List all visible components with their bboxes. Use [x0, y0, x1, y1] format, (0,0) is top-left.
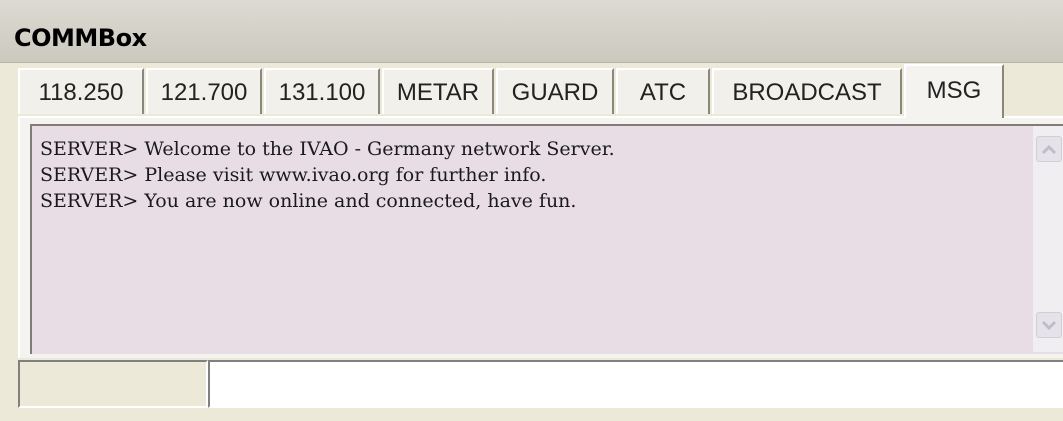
chevron-up-icon: [1041, 144, 1057, 155]
scroll-up-button[interactable]: [1036, 136, 1062, 162]
message-line: SERVER> Welcome to the IVAO - Germany ne…: [40, 138, 615, 160]
tab-metar[interactable]: METAR: [382, 68, 494, 114]
tab-guard[interactable]: GUARD: [496, 68, 614, 114]
input-row: [18, 360, 1063, 408]
message-input[interactable]: [208, 360, 1063, 408]
title-bar[interactable]: COMMBox: [0, 0, 1063, 63]
message-line: SERVER> You are now online and connected…: [40, 190, 577, 212]
tab-atc[interactable]: ATC: [616, 68, 710, 114]
frequency-box[interactable]: [18, 360, 208, 408]
window-title: COMMBox: [14, 24, 147, 52]
tab-131-100[interactable]: 131.100: [264, 68, 380, 114]
tab-broadcast[interactable]: BROADCAST: [712, 68, 902, 114]
message-list: SERVER> Welcome to the IVAO - Germany ne…: [40, 136, 1020, 214]
channel-tabs: 118.250 121.700 131.100 METAR GUARD ATC …: [18, 64, 1063, 118]
message-log[interactable]: SERVER> Welcome to the IVAO - Germany ne…: [30, 124, 1063, 354]
tab-panel: SERVER> Welcome to the IVAO - Germany ne…: [18, 116, 1063, 358]
message-line: SERVER> Please visit www.ivao.org for fu…: [40, 164, 547, 186]
scroll-down-button[interactable]: [1036, 312, 1062, 338]
tab-msg[interactable]: MSG: [904, 64, 1004, 118]
commbox-window: COMMBox 118.250 121.700 131.100 METAR GU…: [0, 0, 1063, 421]
vertical-scrollbar[interactable]: [1033, 126, 1063, 352]
tab-118-250[interactable]: 118.250: [18, 68, 144, 114]
tab-121-700[interactable]: 121.700: [146, 68, 262, 114]
chevron-down-icon: [1041, 320, 1057, 331]
